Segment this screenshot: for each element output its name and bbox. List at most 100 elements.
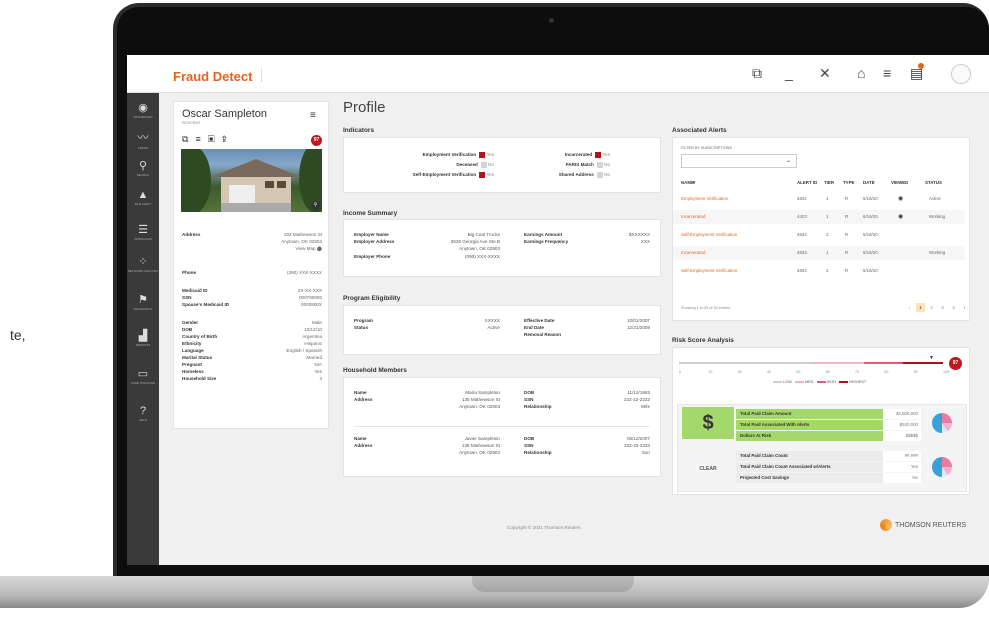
sidebar-item-network[interactable]: ⁘ NETWORK ANALYSIS (127, 255, 159, 273)
pie-chart-icon (932, 457, 952, 477)
open-external-icon[interactable]: ⧉ (752, 65, 762, 82)
alerts-card: FILTER BY SUBSCRIPTIONS ⌄ NAME ▾ ALERT ID… (672, 137, 970, 321)
geography-icon: ⚑ (138, 294, 148, 306)
risk-title: Risk Score Analysis (672, 337, 734, 344)
table-header: NAME ▾ ALERT ID TIER TYPE DATE VIEWED STA… (681, 180, 942, 185)
add-case-icon[interactable]: ⧉ (182, 134, 195, 144)
indicators-card: Employment Verification Yes Deceased No … (343, 137, 661, 193)
document-icon[interactable]: ▣ (208, 134, 222, 144)
zoom-icon[interactable]: ⚲ (311, 201, 320, 210)
sidebar-item-geography[interactable]: ⚑ GEOGRAPHY (127, 293, 159, 311)
page-3[interactable]: 3 (938, 303, 947, 312)
risk-card: ▼ 97 0 10 20 40 50 60 70 80 90 100 LOW MED HIGH H… (672, 347, 970, 495)
household-card: Name Maria Sampleton Address 135 Mathews… (343, 377, 661, 477)
field-row: Household Size 3 (182, 376, 322, 381)
copyright: Copyright © 2021 Thomson Reuters (507, 525, 581, 530)
pie-chart-icon (932, 413, 952, 433)
workload-icon: ☰ (138, 224, 148, 236)
help-icon: ? (139, 405, 147, 417)
network-icon: ⁘ (138, 256, 148, 268)
list-icon[interactable]: ≡ (883, 65, 891, 81)
address-line2: Anytown, OK 02903 (281, 239, 322, 244)
case-icon: ▭ (137, 368, 149, 380)
field-row: Spouse's Medicaid ID 0000900X (182, 302, 322, 307)
program-title: Program Eligibility (343, 295, 401, 302)
notification-icon[interactable]: ▤ (910, 63, 924, 82)
sidebar-item-search[interactable]: ⚲ SEARCH (127, 159, 159, 177)
scale-tick: 60 (825, 370, 830, 374)
close-icon[interactable]: ✕ (819, 65, 831, 82)
indicator: Deceased No (456, 162, 494, 168)
user-avatar[interactable] (951, 64, 971, 84)
map-pin-icon: ⬤ (316, 246, 322, 251)
risk-summary: $ Total Paid Claim Amount $2,500,000 Tota… (677, 404, 967, 492)
table-row[interactable]: Incarcerated 4423 1 R 6/16/20 ◉ Working (673, 210, 965, 224)
table-row[interactable]: Employment Verification 4831 1 R 5/16/20 ◉ Act… (673, 192, 965, 206)
list-icon[interactable]: ≡ (195, 134, 207, 144)
table-row[interactable]: Incarcerated 4833 1 R 6/16/20 Working (673, 246, 965, 260)
recipient-role: RECIPIENT (182, 121, 201, 125)
risk-legend: LOW MED HIGH HIGHEST (773, 380, 866, 384)
sidebar-item-reports[interactable]: ▟ REPORTS (127, 329, 159, 347)
scale-tick: 100 (943, 370, 949, 374)
sidebar-item-workload[interactable]: ☰ WORKLOAD (127, 223, 159, 241)
indicator: Self-Employment Verification Yes (412, 172, 494, 178)
view-map-link[interactable]: View Map ⬤ (295, 246, 322, 252)
risk-score-badge: 97 (311, 135, 322, 146)
cropped-text: te, (10, 327, 26, 343)
scale-tick: 10 (708, 370, 713, 374)
field-row: Homeless Yes (182, 369, 322, 374)
thomson-reuters-logo: THOMSON REUTERS (880, 519, 966, 531)
viewed-eye-icon: ◉ (898, 214, 904, 220)
showing-entries: Showing 1 to 25 of 50 entries (681, 306, 731, 310)
prev-page-icon[interactable]: ‹ (905, 303, 914, 312)
indicator: Employment Verification Yes (422, 152, 494, 158)
scale-tick: 50 (796, 370, 801, 374)
reports-icon: ▟ (138, 330, 148, 342)
sidebar-item-file-alert[interactable]: ▲ FILE ALERT (127, 189, 159, 206)
scale-tick: 90 (913, 370, 918, 374)
score-marker-icon: ▼ (929, 355, 934, 361)
risk-score-badge: 97 (949, 357, 962, 370)
sidebar-item-dashboard[interactable]: ◉ DASHBOARD (127, 101, 159, 119)
subscription-filter-select[interactable]: ⌄ (681, 154, 797, 168)
dashboard-icon: ◉ (138, 102, 148, 114)
scale-tick: 40 (767, 370, 771, 374)
laptop-notch (472, 576, 634, 592)
page-1[interactable]: 1 (916, 303, 925, 312)
chevron-down-icon: ⌄ (785, 158, 791, 164)
scale-tick: 20 (737, 370, 742, 374)
table-row[interactable]: Self-Employment Verification 4834 2 R 5/16/2… (673, 264, 965, 278)
table-row[interactable]: Self-Employment Verification 4634 2 R 5/16/2… (673, 228, 965, 242)
program-card: Program XXXXX Status Active Effective Da… (343, 305, 661, 355)
indicator: Shared Address No (558, 172, 610, 178)
income-title: Income Summary (343, 210, 398, 217)
scale-tick: 80 (884, 370, 889, 374)
sidebar-item-help[interactable]: ? HELP (127, 405, 159, 422)
address-label: Address (182, 232, 201, 237)
scale-tick: 70 (855, 370, 859, 374)
indicators-title: Indicators (343, 127, 375, 134)
sidebar-item-case-tracking[interactable]: ▭ CASE TRACKING (127, 367, 159, 385)
next-page-icon[interactable]: › (960, 303, 969, 312)
share-icon[interactable]: ⇪ (222, 134, 234, 144)
page-4[interactable]: 4 (949, 303, 958, 312)
field-row: Language English / Spanish (182, 348, 322, 353)
field-row: SSN 000790000 (182, 295, 322, 300)
indicator: PARIS Match No (565, 162, 610, 168)
briefcase-icon[interactable]: ⌂ (857, 65, 865, 81)
income-card: Employer Name Big Coat Trucks Employer A… (343, 219, 661, 277)
top-bar: Fraud Detect ⧉ _ ✕ ⌂ ≡ ▤ (127, 55, 989, 93)
household-title: Household Members (343, 367, 407, 374)
minimize-icon[interactable]: _ (785, 65, 793, 81)
recipient-name: Oscar Sampleton (182, 108, 267, 120)
sidebar-item-trend[interactable]: 〰 TREND (127, 129, 159, 150)
field-row: Country of Birth Argentina (182, 334, 322, 339)
field-row: Phone (390) XXX-XXXX (182, 270, 322, 275)
viewed-eye-icon: ◉ (898, 196, 904, 202)
clear-label: CLEAR (699, 466, 717, 472)
page-2[interactable]: 2 (927, 303, 936, 312)
alerts-title: Associated Alerts (672, 127, 727, 134)
field-row: Pregnant N/A (182, 362, 322, 367)
menu-icon[interactable]: ≡ (310, 110, 316, 121)
